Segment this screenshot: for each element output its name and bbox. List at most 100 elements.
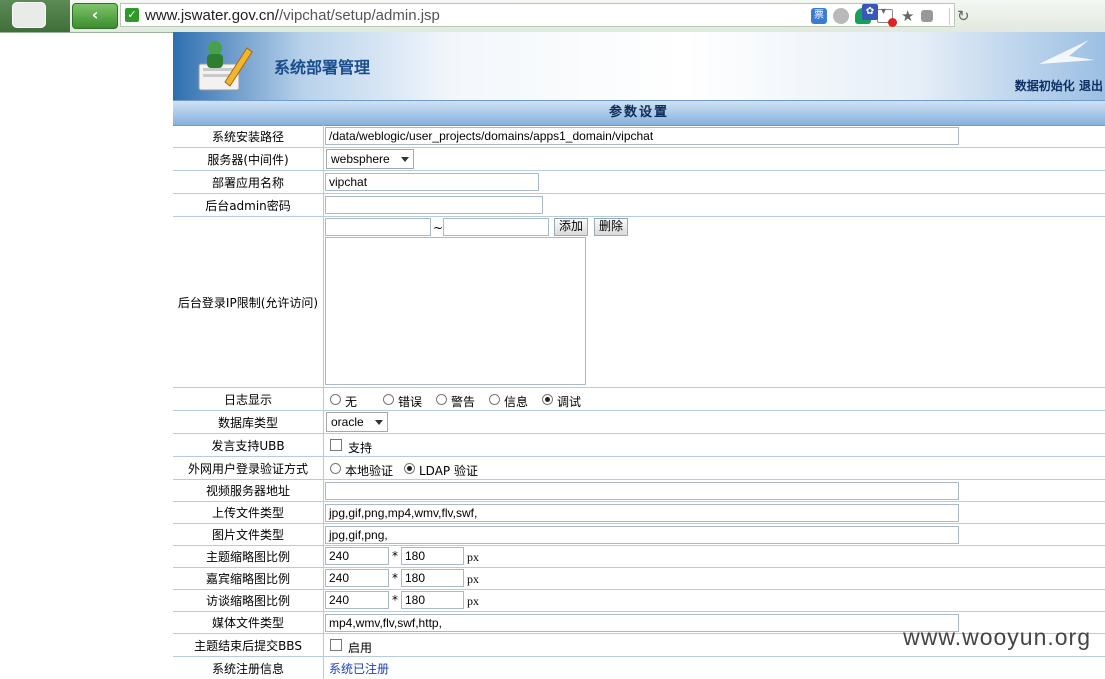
image-types-input[interactable]: jpg,gif,png, bbox=[325, 526, 959, 544]
reg-info-label: 系统注册信息 bbox=[173, 657, 324, 679]
bbs-option: 启用 bbox=[348, 641, 373, 655]
row-image-types: 图片文件类型 jpg,gif,png, bbox=[173, 524, 1105, 546]
video-server-label: 视频服务器地址 bbox=[173, 480, 324, 501]
delete-ip-button[interactable]: 删除 bbox=[594, 218, 629, 236]
ip-limit-label: 后台登录IP限制(允许访问) bbox=[173, 217, 324, 387]
chevron-down-icon bbox=[375, 420, 383, 425]
times-sign: * bbox=[392, 549, 398, 563]
px-unit: px bbox=[467, 572, 479, 586]
toolbar-divider bbox=[949, 8, 950, 25]
interview-thumb-width-input[interactable]: 240 bbox=[325, 591, 389, 609]
ip-list-box[interactable] bbox=[325, 237, 586, 385]
row-app-name: 部署应用名称 vipchat bbox=[173, 171, 1105, 194]
back-button[interactable]: ‹ bbox=[72, 3, 118, 29]
watermark: www.wooyun.org bbox=[903, 624, 1091, 650]
ext-login-option-ldap: LDAP 验证 bbox=[419, 464, 478, 478]
ip-end-input[interactable] bbox=[443, 218, 549, 236]
row-log: 日志显示 无 错误 警告 信息 调试 bbox=[173, 388, 1105, 411]
ext-login-label: 外网用户登录验证方式 bbox=[173, 457, 324, 479]
compat-mode-icon[interactable] bbox=[833, 8, 849, 24]
page-title: 系统部署管理 bbox=[274, 58, 371, 77]
star-icon[interactable]: ★ bbox=[901, 8, 917, 24]
log-option-debug: 调试 bbox=[557, 395, 582, 409]
media-types-input[interactable]: mp4,wmv,flv,swf,http, bbox=[325, 614, 959, 632]
section-title: 参数设置 bbox=[173, 100, 1105, 126]
reload-icon[interactable]: ↻ bbox=[957, 7, 970, 25]
chevron-down-icon[interactable]: ▾ bbox=[881, 6, 886, 17]
log-radio-none[interactable] bbox=[330, 394, 341, 405]
deploy-logo-icon bbox=[198, 41, 253, 91]
chevron-down-icon bbox=[401, 157, 409, 162]
url-text: www.jswater.gov.cn//vipchat/setup/admin.… bbox=[145, 7, 440, 24]
times-sign: * bbox=[392, 593, 398, 607]
topic-thumb-height-input[interactable]: 180 bbox=[401, 547, 464, 565]
row-upload-types: 上传文件类型 jpg,gif,png,mp4,wmv,flv,swf, bbox=[173, 502, 1105, 524]
px-unit: px bbox=[467, 594, 479, 608]
guest-thumb-width-input[interactable]: 240 bbox=[325, 569, 389, 587]
log-option-error: 错误 bbox=[398, 395, 423, 409]
server-label: 服务器(中间件) bbox=[173, 148, 324, 170]
secure-check-icon: ✓ bbox=[125, 8, 139, 22]
log-radio-warn[interactable] bbox=[436, 394, 447, 405]
topic-thumb-width-input[interactable]: 240 bbox=[325, 547, 389, 565]
row-install-path: 系统安装路径 /data/weblogic/user_projects/doma… bbox=[173, 125, 1105, 148]
address-bar[interactable]: ✓ www.jswater.gov.cn//vipchat/setup/admi… bbox=[120, 3, 970, 27]
page-header: 系统部署管理 数据初始化 退出 bbox=[173, 32, 1105, 100]
ubb-option: 支持 bbox=[348, 441, 373, 455]
db-type-select[interactable]: oracle bbox=[326, 412, 388, 432]
row-db-type: 数据库类型 oracle bbox=[173, 411, 1105, 434]
registration-status-link[interactable]: 系统已注册 bbox=[329, 660, 389, 677]
interview-thumb-height-input[interactable]: 180 bbox=[401, 591, 464, 609]
browser-toolbar: ‹ ✓ www.jswater.gov.cn//vipchat/setup/ad… bbox=[0, 0, 1105, 33]
app-name-input[interactable]: vipchat bbox=[325, 173, 539, 191]
logout-link[interactable]: 退出 bbox=[1079, 79, 1103, 93]
qr-code-icon[interactable] bbox=[921, 10, 933, 22]
ubb-checkbox[interactable] bbox=[330, 439, 342, 451]
install-path-label: 系统安装路径 bbox=[173, 125, 324, 147]
px-unit: px bbox=[467, 550, 479, 564]
ext-login-option-local: 本地验证 bbox=[345, 464, 394, 478]
header-links: 数据初始化 退出 bbox=[1015, 77, 1103, 94]
install-path-input[interactable]: /data/weblogic/user_projects/domains/app… bbox=[325, 127, 959, 145]
guest-thumb-height-input[interactable]: 180 bbox=[401, 569, 464, 587]
topic-thumb-label: 主题缩略图比例 bbox=[173, 546, 324, 567]
log-radio-debug[interactable] bbox=[542, 394, 553, 405]
row-interview-thumb: 访谈缩略图比例 240 * 180 px bbox=[173, 590, 1105, 612]
row-topic-thumb: 主题缩略图比例 240 * 180 px bbox=[173, 546, 1105, 568]
interview-thumb-label: 访谈缩略图比例 bbox=[173, 590, 324, 611]
row-guest-thumb: 嘉宾缩略图比例 240 * 180 px bbox=[173, 568, 1105, 590]
guest-thumb-label: 嘉宾缩略图比例 bbox=[173, 568, 324, 589]
admin-password-input[interactable] bbox=[325, 196, 543, 214]
row-reg-info: 系统注册信息 系统已注册 bbox=[173, 657, 1105, 679]
server-select[interactable]: websphere bbox=[326, 149, 414, 169]
log-radio-info[interactable] bbox=[489, 394, 500, 405]
ip-range-separator: ~ bbox=[433, 221, 444, 235]
ticket-extension-icon[interactable]: 票 bbox=[811, 8, 827, 24]
app-name-label: 部署应用名称 bbox=[173, 171, 324, 193]
video-server-input[interactable] bbox=[325, 482, 959, 500]
upload-types-label: 上传文件类型 bbox=[173, 502, 324, 523]
ext-login-radio-ldap[interactable] bbox=[404, 463, 415, 474]
ext-login-radio-local[interactable] bbox=[330, 463, 341, 474]
data-init-link[interactable]: 数据初始化 bbox=[1015, 79, 1075, 93]
row-server: 服务器(中间件) websphere bbox=[173, 148, 1105, 171]
browser-logo-icon[interactable] bbox=[12, 2, 46, 28]
ubb-label: 发言支持UBB bbox=[173, 434, 324, 456]
times-sign: * bbox=[392, 571, 398, 585]
log-label: 日志显示 bbox=[173, 388, 324, 410]
upload-types-input[interactable]: jpg,gif,png,mp4,wmv,flv,swf, bbox=[325, 504, 959, 522]
image-types-label: 图片文件类型 bbox=[173, 524, 324, 545]
log-option-warn: 警告 bbox=[451, 395, 476, 409]
log-option-info: 信息 bbox=[504, 395, 529, 409]
ip-start-input[interactable] bbox=[325, 218, 431, 236]
bbs-checkbox[interactable] bbox=[330, 639, 342, 651]
row-ext-login: 外网用户登录验证方式 本地验证 LDAP 验证 bbox=[173, 457, 1105, 480]
add-ip-button[interactable]: 添加 bbox=[554, 218, 589, 236]
media-types-label: 媒体文件类型 bbox=[173, 612, 324, 633]
chevron-left-icon: ‹ bbox=[91, 5, 99, 24]
log-radio-error[interactable] bbox=[383, 394, 394, 405]
plane-decoration-icon bbox=[1039, 40, 1095, 64]
baidu-paw-icon[interactable]: ✿ bbox=[862, 4, 878, 20]
db-type-label: 数据库类型 bbox=[173, 411, 324, 433]
row-ip-limit: 后台登录IP限制(允许访问) ~ 添加 删除 bbox=[173, 217, 1105, 388]
